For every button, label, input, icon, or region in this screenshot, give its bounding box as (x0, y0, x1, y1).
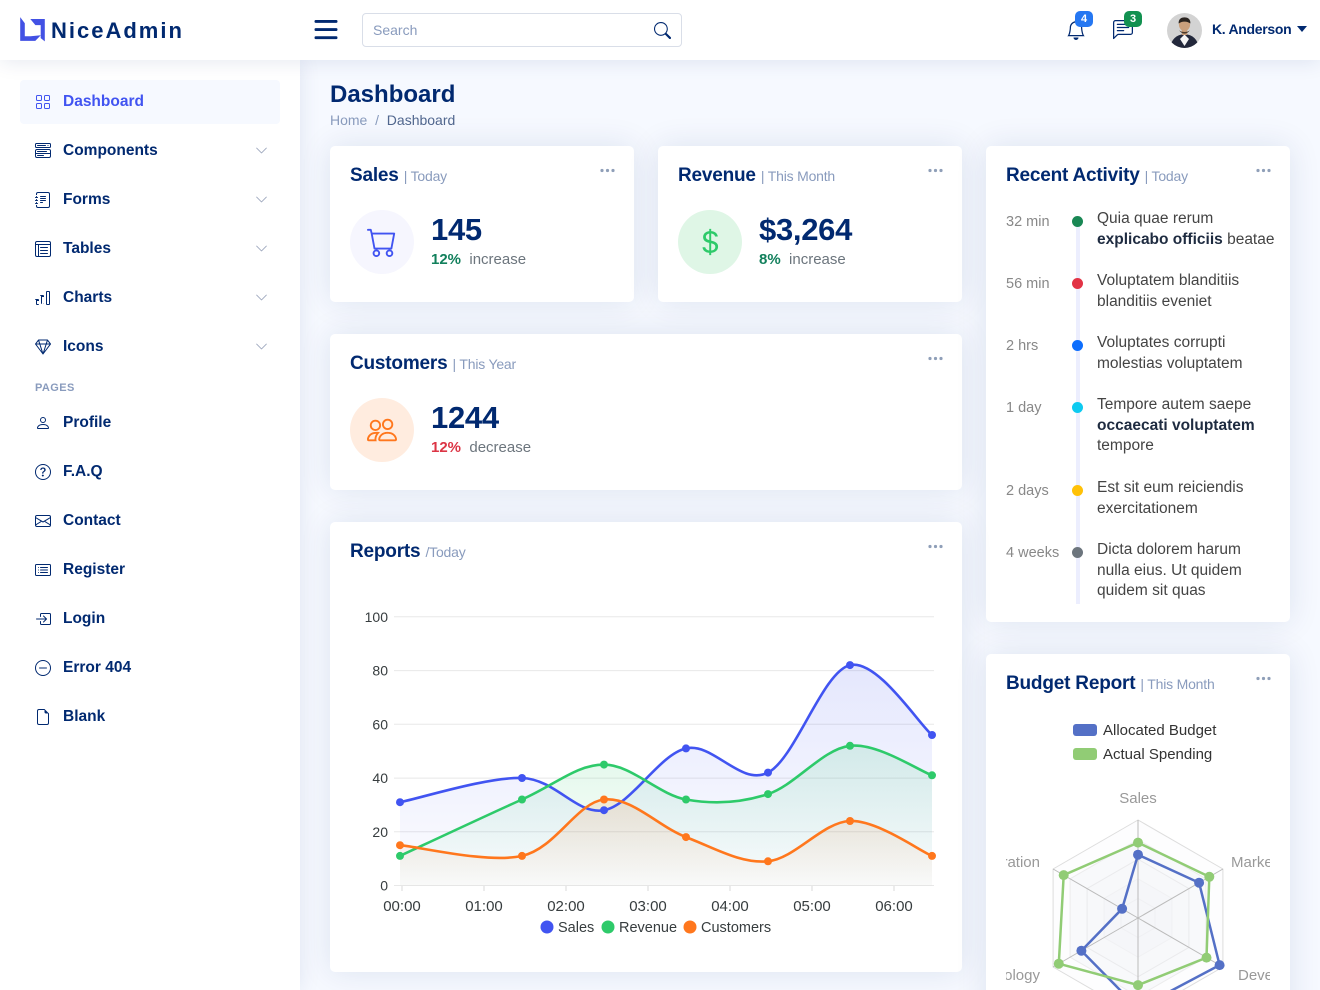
svg-text:Information Technology: Information Technology (1006, 967, 1040, 984)
svg-text:03:00: 03:00 (629, 898, 667, 915)
svg-text:20: 20 (372, 824, 388, 840)
svg-text:40: 40 (372, 770, 388, 786)
svg-text:02:00: 02:00 (547, 898, 585, 915)
svg-text:Development: Development (1238, 967, 1270, 984)
svg-text:100: 100 (365, 609, 389, 625)
svg-text:Administration: Administration (1006, 854, 1040, 871)
svg-text:05:00: 05:00 (793, 898, 831, 915)
svg-text:Customers: Customers (701, 920, 771, 936)
svg-text:01:00: 01:00 (465, 898, 503, 915)
svg-text:04:00: 04:00 (711, 898, 749, 915)
svg-text:80: 80 (372, 663, 388, 679)
svg-text:60: 60 (372, 716, 388, 732)
svg-text:0: 0 (380, 878, 388, 894)
svg-text:Sales: Sales (1119, 790, 1157, 807)
svg-text:Sales: Sales (558, 920, 594, 936)
svg-text:Revenue: Revenue (619, 920, 677, 936)
svg-text:00:00: 00:00 (383, 898, 421, 915)
svg-text:Marketing: Marketing (1231, 854, 1270, 871)
svg-text:06:00: 06:00 (875, 898, 913, 915)
